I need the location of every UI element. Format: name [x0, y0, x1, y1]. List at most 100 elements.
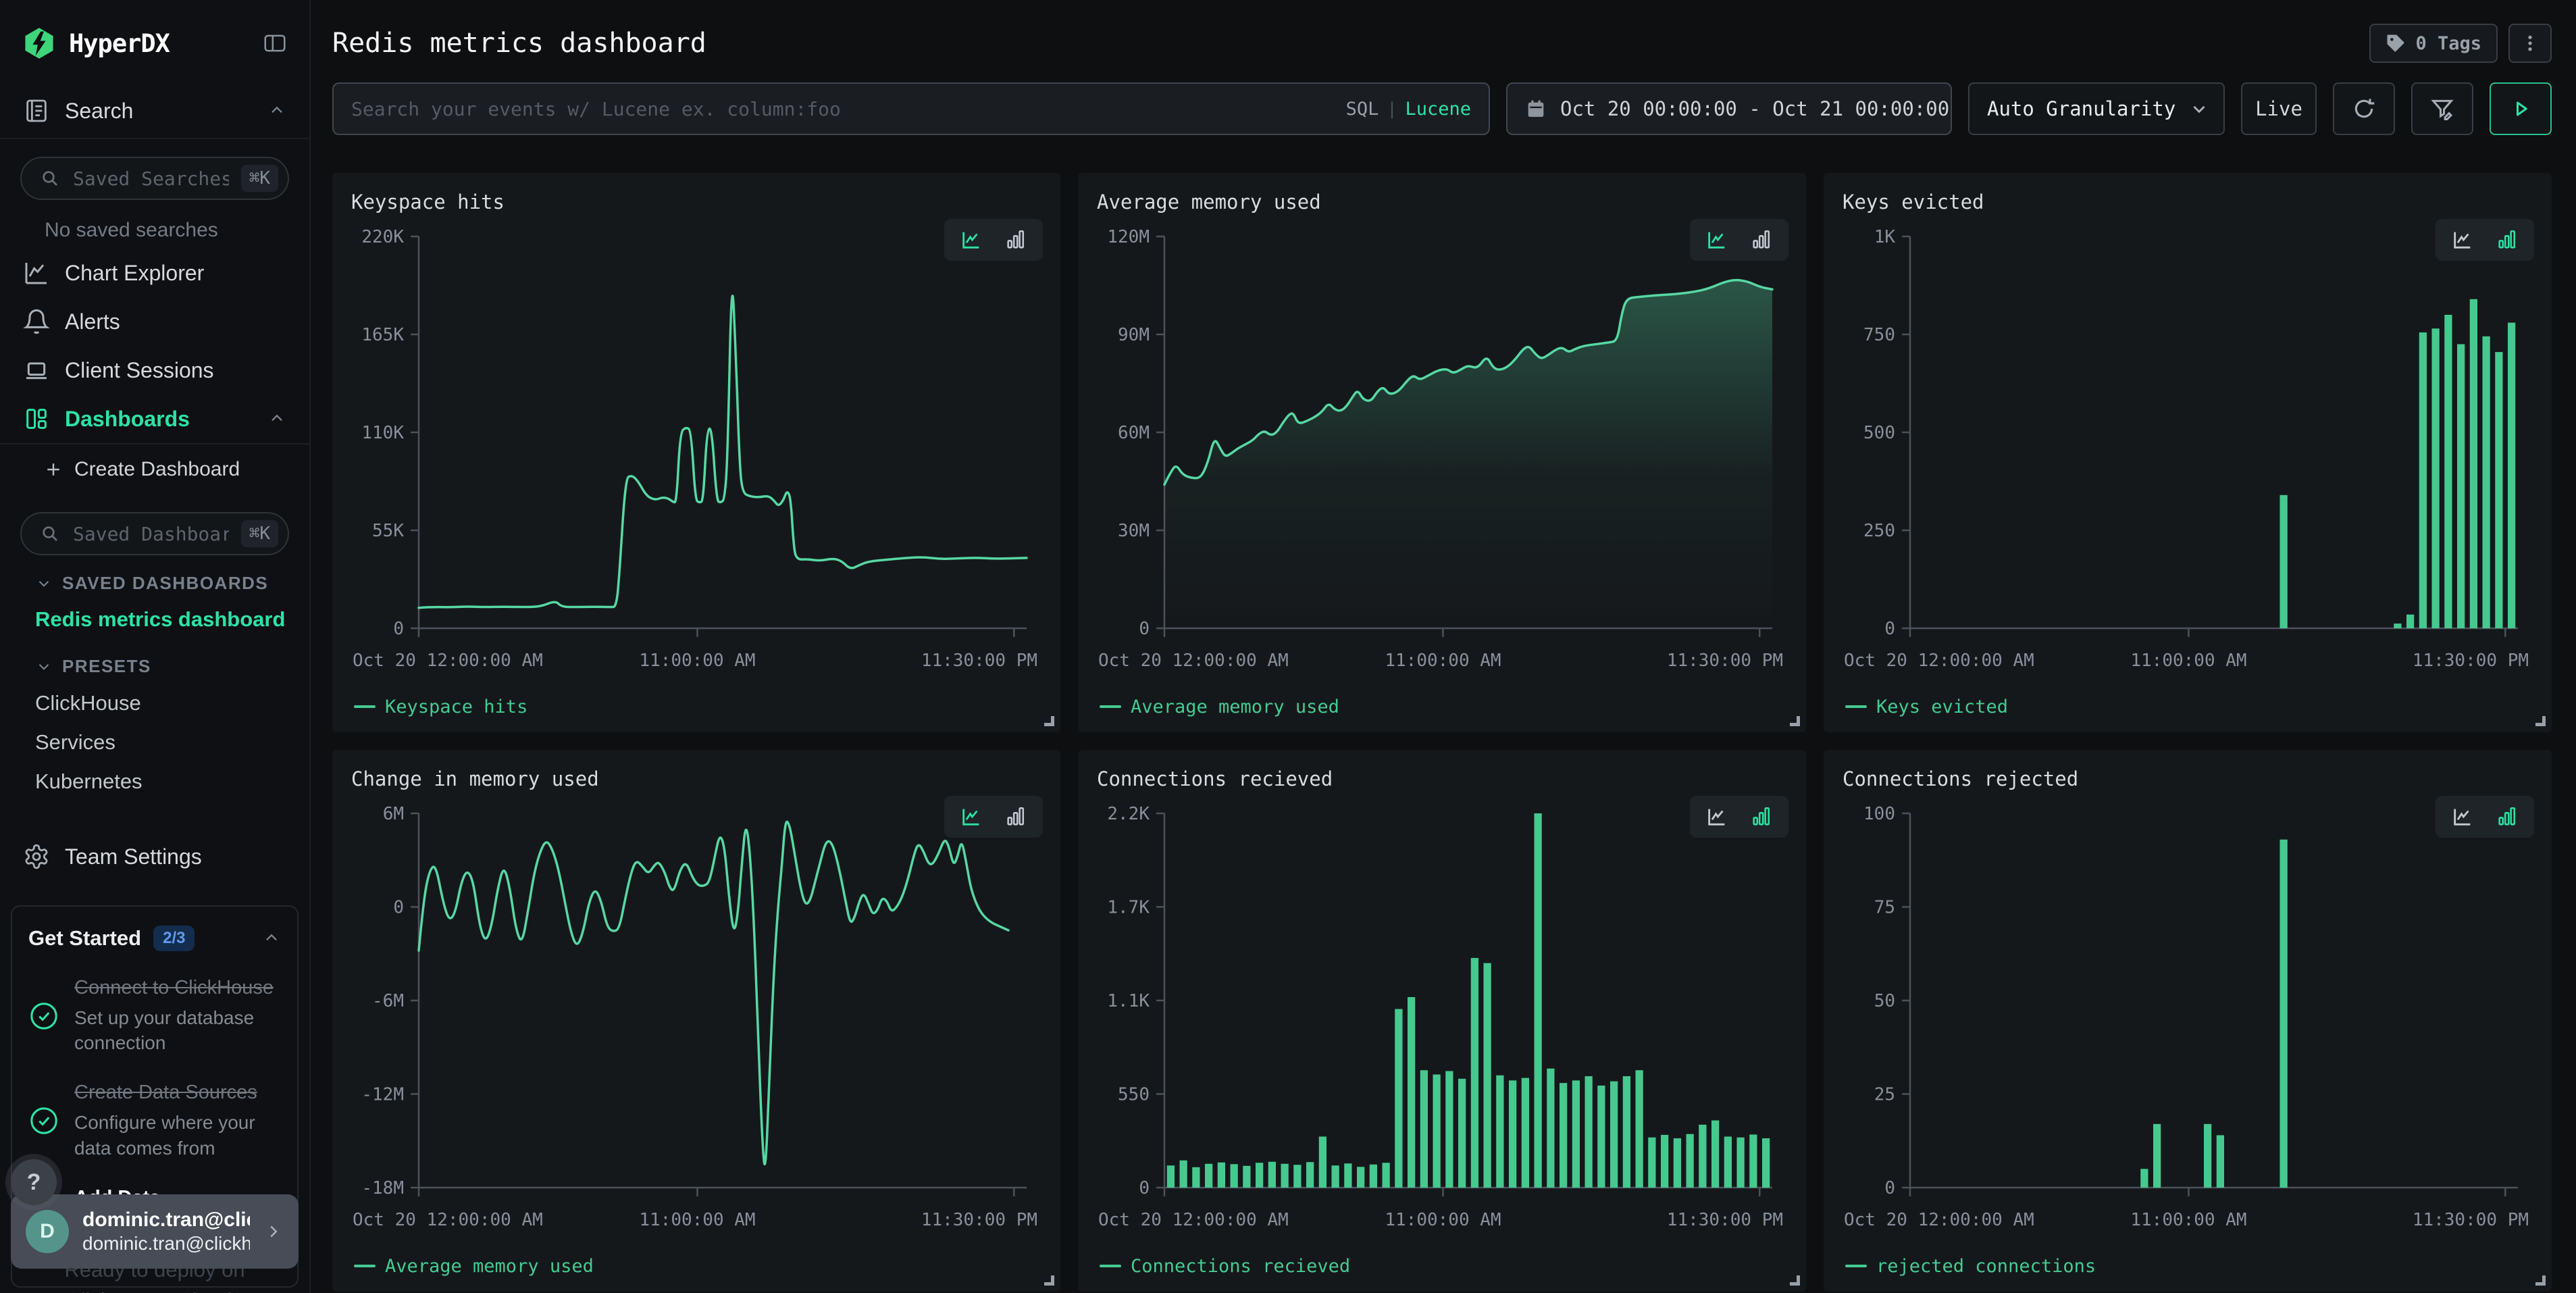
promo-line2: ClickHouse Cloud?	[0, 1286, 309, 1293]
panel-resize-handle[interactable]	[2535, 716, 2546, 726]
filter-button[interactable]	[2411, 82, 2473, 135]
get-started-header[interactable]: Get Started 2/3	[28, 926, 281, 951]
chart-plot-area[interactable]: 1007550250Oct 20 12:00:00 AM11:00:00 AM1…	[1843, 800, 2533, 1250]
saved-dashboards-section-header[interactable]: SAVED DASHBOARDS	[0, 555, 309, 601]
panel-resize-handle[interactable]	[1044, 1275, 1054, 1286]
panel-resize-handle[interactable]	[1044, 716, 1054, 726]
chart-legend[interactable]: Keys evicted	[1843, 690, 2533, 723]
logo-row: HyperDX	[0, 0, 309, 84]
svg-text:Oct 20 12:00:00 AM: Oct 20 12:00:00 AM	[1098, 651, 1289, 671]
saved-searches-input[interactable]: Saved Searches ⌘K	[20, 157, 289, 200]
svg-text:30M: 30M	[1118, 521, 1150, 541]
chart-legend[interactable]: rejected connections	[1843, 1250, 2533, 1282]
filter-edit-icon	[2429, 95, 2456, 122]
svg-text:1.1K: 1.1K	[1107, 991, 1150, 1011]
chart-legend[interactable]: Average memory used	[351, 1250, 1041, 1282]
legend-dash	[1845, 1265, 1867, 1267]
preset-item-services[interactable]: Services	[0, 723, 309, 762]
line-chart-toggle-icon[interactable]	[958, 228, 985, 251]
saved-dashboard-item[interactable]: Redis metrics dashboard	[0, 601, 309, 638]
svg-text:25: 25	[1874, 1085, 1895, 1105]
sidebar-item-alerts[interactable]: Alerts	[0, 297, 309, 346]
sql-mode-toggle[interactable]: SQL	[1346, 99, 1379, 120]
bar-chart-toggle-icon[interactable]	[1002, 228, 1029, 251]
svg-text:50: 50	[1874, 991, 1895, 1011]
svg-text:0: 0	[1139, 619, 1150, 639]
svg-text:1K: 1K	[1874, 227, 1896, 247]
panel-resize-handle[interactable]	[1790, 1275, 1800, 1286]
svg-text:-18M: -18M	[361, 1178, 404, 1198]
chart-panel-average-memory: Average memory used 120M90M60M30M0Oct 20…	[1078, 173, 1806, 732]
chart-plot-area[interactable]: 220K165K110K55K0Oct 20 12:00:00 AM11:00:…	[351, 223, 1041, 690]
svg-text:11:00:00 AM: 11:00:00 AM	[1385, 1210, 1501, 1230]
chart-type-toggle	[1690, 796, 1788, 838]
avatar: D	[26, 1210, 69, 1253]
chevron-up-icon	[267, 409, 286, 428]
search-journal-icon	[23, 97, 50, 124]
saved-dashboards-input[interactable]: Saved Dashboards ⌘K	[20, 512, 289, 555]
dashboards-icon	[23, 405, 50, 432]
sidebar-item-search[interactable]: Search	[0, 84, 309, 138]
svg-text:11:30:00 PM: 11:30:00 PM	[2413, 1210, 2529, 1230]
line-chart-toggle-icon[interactable]	[2449, 228, 2476, 251]
lucene-mode-toggle[interactable]: Lucene	[1405, 99, 1471, 120]
preset-item-clickhouse[interactable]: ClickHouse	[0, 684, 309, 723]
line-chart-toggle-icon[interactable]	[2449, 805, 2476, 828]
bar-chart-toggle-icon[interactable]	[1002, 805, 1029, 828]
more-options-button[interactable]	[2508, 24, 2552, 63]
chart-panel-keyspace-hits: Keyspace hits 220K165K110K55K0Oct 20 12:…	[332, 173, 1060, 732]
bar-chart-toggle-icon[interactable]	[1748, 228, 1775, 251]
help-button[interactable]: ?	[11, 1159, 57, 1205]
live-button[interactable]: Live	[2241, 82, 2317, 135]
svg-text:11:30:00 PM: 11:30:00 PM	[921, 651, 1037, 671]
svg-text:750: 750	[1863, 325, 1895, 345]
chart-plot-area[interactable]: 6M0-6M-12M-18MOct 20 12:00:00 AM11:00:00…	[351, 800, 1041, 1250]
line-chart-toggle-icon[interactable]	[1703, 805, 1730, 828]
run-query-button[interactable]	[2490, 82, 2552, 135]
legend-label: Connections recieved	[1131, 1256, 1350, 1277]
panel-resize-handle[interactable]	[1790, 716, 1800, 726]
sidebar-item-dashboards[interactable]: Dashboards	[0, 395, 309, 443]
preset-item-kubernetes[interactable]: Kubernetes	[0, 762, 309, 801]
chart-legend[interactable]: Keyspace hits	[351, 690, 1041, 723]
get-started-step-sources[interactable]: Create Data Sources Configure where your…	[28, 1080, 281, 1161]
team-settings-button[interactable]: Team Settings	[0, 828, 309, 885]
chart-legend[interactable]: Connections recieved	[1097, 1250, 1787, 1282]
sidebar-item-chart-explorer[interactable]: Chart Explorer	[0, 249, 309, 297]
tag-icon	[2386, 33, 2406, 53]
granularity-select[interactable]: Auto Granularity	[1968, 82, 2225, 135]
check-circle-icon	[28, 1105, 59, 1136]
saved-searches-placeholder: Saved Searches	[73, 168, 229, 190]
svg-text:0: 0	[1139, 1178, 1150, 1198]
date-range-picker[interactable]: Oct 20 00:00:00 - Oct 21 00:00:00	[1506, 82, 1952, 135]
chart-plot-area[interactable]: 2.2K1.7K1.1K5500Oct 20 12:00:00 AM11:00:…	[1097, 800, 1787, 1250]
chart-plot-area[interactable]: 120M90M60M30M0Oct 20 12:00:00 AM11:00:00…	[1097, 223, 1787, 690]
chevron-up-icon	[262, 929, 281, 948]
panel-title: Average memory used	[1097, 191, 1787, 220]
bar-chart-toggle-icon[interactable]	[2494, 805, 2521, 828]
event-search-input[interactable]: Search your events w/ Lucene ex. column:…	[332, 82, 1490, 135]
panel-resize-handle[interactable]	[2535, 1275, 2546, 1286]
chart-plot-area[interactable]: 1K7505002500Oct 20 12:00:00 AM11:00:00 A…	[1843, 223, 2533, 690]
chart-legend[interactable]: Average memory used	[1097, 690, 1787, 723]
toolbar: Search your events w/ Lucene ex. column:…	[332, 82, 2552, 135]
bar-chart-toggle-icon[interactable]	[1748, 805, 1775, 828]
chevron-up-icon	[267, 101, 286, 120]
tags-button[interactable]: 0 Tags	[2369, 24, 2498, 63]
tags-label: 0 Tags	[2415, 33, 2481, 54]
refresh-button[interactable]	[2333, 82, 2395, 135]
user-menu[interactable]: D dominic.tran@clic... dominic.tran@clic…	[11, 1194, 299, 1269]
sidebar-item-client-sessions[interactable]: Client Sessions	[0, 346, 309, 395]
bar-chart-toggle-icon[interactable]	[2494, 228, 2521, 251]
get-started-step-connect[interactable]: Connect to ClickHouse Set up your databa…	[28, 975, 281, 1056]
sidebar-collapse-icon[interactable]	[261, 30, 289, 56]
line-chart-toggle-icon[interactable]	[958, 805, 985, 828]
legend-dash	[1100, 1265, 1121, 1267]
svg-text:0: 0	[1884, 619, 1895, 639]
line-chart-toggle-icon[interactable]	[1703, 228, 1730, 251]
svg-text:11:00:00 AM: 11:00:00 AM	[639, 1210, 755, 1230]
create-dashboard-button[interactable]: Create Dashboard	[0, 445, 309, 495]
plus-icon	[43, 459, 63, 480]
presets-section-header[interactable]: PRESETS	[0, 638, 309, 684]
sidebar-item-label: Dashboards	[65, 407, 190, 432]
